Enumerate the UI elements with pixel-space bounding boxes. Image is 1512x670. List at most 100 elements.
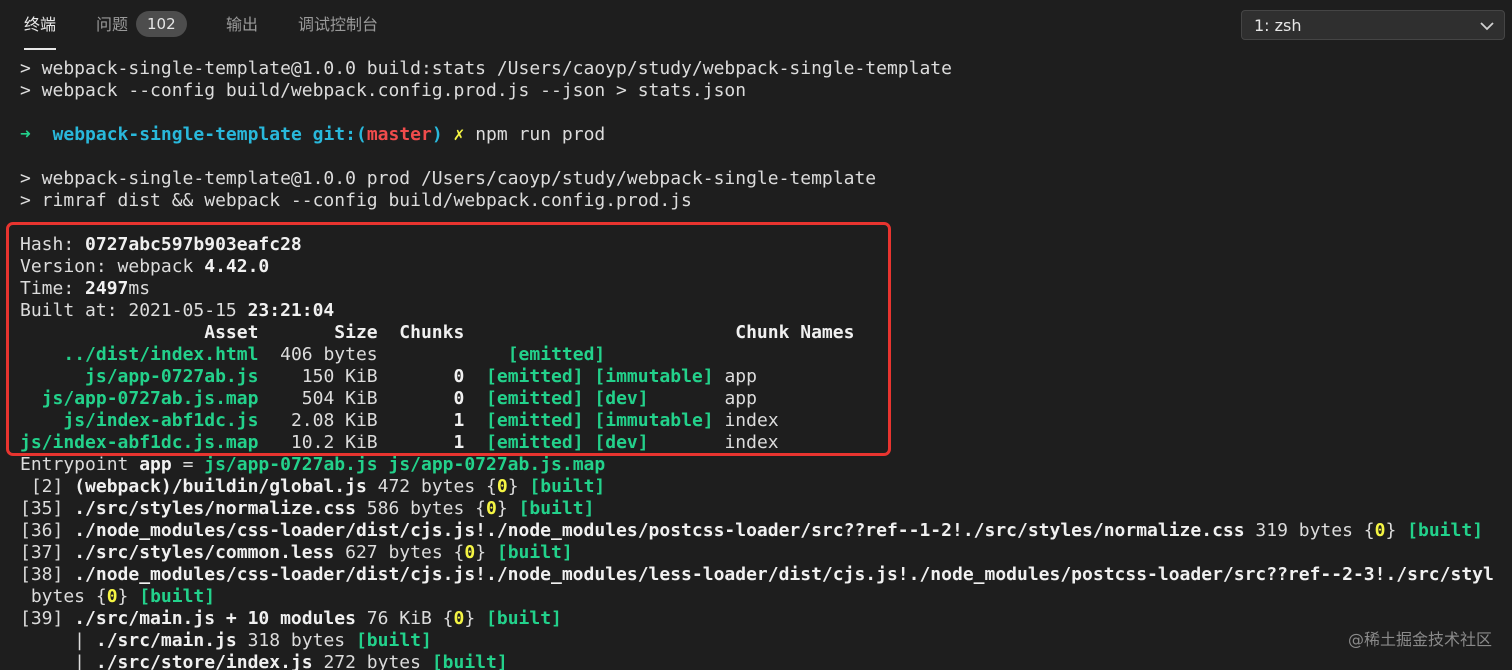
prompt-directory: webpack-single-template	[52, 124, 302, 145]
module-flag: [built]	[431, 652, 508, 670]
tab-debug-console-label: 调试控制台	[298, 15, 379, 34]
module-id: [37]	[20, 542, 75, 563]
module-name: ./node_modules/css-loader/dist/cjs.js!./…	[74, 520, 1245, 541]
tab-output[interactable]: 输出	[226, 0, 258, 52]
asset-size: 10.2 KiB	[258, 432, 378, 453]
module-chunk: 0	[1374, 520, 1386, 541]
chevron-down-icon	[1480, 11, 1494, 41]
asset-pad	[378, 410, 454, 431]
asset-chunk-name: app	[724, 366, 757, 387]
terminal-selector[interactable]: 1: zsh	[1241, 10, 1505, 40]
module-size: 76 KiB	[355, 608, 443, 629]
prompt-command: npm run prod	[475, 124, 606, 145]
module-row: [38] ./node_modules/css-loader/dist/cjs.…	[20, 564, 1494, 586]
module-name: (webpack)/buildin/global.js	[74, 476, 367, 497]
git-branch: master	[366, 124, 432, 145]
asset-name: js/app-0727ab.js.map	[41, 388, 259, 409]
entrypoint-eq: =	[171, 454, 205, 475]
module-row: [39] ./src/main.js + 10 modules 76 KiB {…	[20, 608, 562, 629]
module-chunk: 0	[496, 476, 508, 497]
entrypoint-files: js/app-0727ab.js js/app-0727ab.js.map	[204, 454, 606, 475]
watermark: @稀土掘金技术社区	[1347, 630, 1492, 649]
module-id: [36]	[20, 520, 75, 541]
module-row-wrap: bytes {0} [built]	[20, 586, 216, 607]
submodule-prefix: |	[20, 630, 96, 651]
output-line: > rimraf dist && webpack --config build/…	[20, 190, 692, 211]
submodule-name: ./src/store/index.js	[95, 652, 313, 670]
module-size: 627 bytes	[334, 542, 454, 563]
asset-row: js/app-0727ab.js.map 504 KiB 0 [emitted]…	[20, 388, 757, 410]
asset-flags: [emitted] [dev]	[486, 432, 649, 453]
asset-chunk-name: index	[724, 410, 779, 431]
asset-name: ../dist/index.html	[63, 344, 259, 365]
module-chunk: 0	[106, 586, 118, 607]
submodule-name: ./src/main.js	[95, 630, 237, 651]
active-tab-indicator	[24, 48, 57, 50]
module-id: [2]	[20, 476, 75, 497]
shell-prompt-line: ➜ webpack-single-template git:(master) ✗…	[20, 124, 605, 146]
hash-value: 0727abc597b903eafc28	[85, 234, 302, 255]
asset-size: 150 KiB	[258, 366, 378, 387]
module-row: [2] (webpack)/buildin/global.js 472 byte…	[20, 476, 606, 497]
dirty-icon: ✗	[453, 124, 465, 145]
asset-flags: [emitted] [dev]	[486, 388, 649, 409]
hash-label: Hash:	[20, 234, 86, 255]
asset-row: js/app-0727ab.js 150 KiB 0 [emitted] [im…	[20, 366, 757, 388]
asset-flags: [emitted] [immutable]	[486, 410, 714, 431]
module-chunk: 0	[464, 542, 476, 563]
asset-pad	[20, 410, 63, 431]
module-flag: [built]	[496, 542, 573, 563]
version-label: Version: webpack	[20, 256, 205, 277]
module-chunk: 0	[453, 608, 465, 629]
asset-chunk: 1	[453, 432, 465, 453]
asset-row: js/index-abf1dc.js 2.08 KiB 1 [emitted] …	[20, 410, 779, 432]
module-flag: [built]	[139, 586, 216, 607]
module-chunk: 0	[486, 498, 497, 519]
prompt-arrow-icon: ➜	[20, 124, 31, 145]
asset-pad	[378, 344, 486, 365]
stats-built-at: Built at: 2021-05-15 23:21:04	[20, 300, 334, 322]
asset-size: 2.08 KiB	[258, 410, 378, 431]
asset-chunk: 0	[453, 366, 465, 387]
asset-pad	[378, 388, 454, 409]
asset-row: ../dist/index.html 406 bytes [emitted]	[20, 344, 605, 366]
asset-size: 406 bytes	[258, 344, 378, 365]
asset-size: 504 KiB	[258, 388, 378, 409]
asset-chunk: 0	[453, 388, 465, 409]
submodule-size: 272 bytes	[312, 652, 432, 670]
module-id: [39]	[20, 608, 75, 629]
asset-chunk: 1	[453, 410, 465, 431]
tab-debug-console[interactable]: 调试控制台	[298, 0, 378, 52]
terminal-selector-value: 1: zsh	[1254, 16, 1302, 35]
stats-time: Time: 2497ms	[20, 278, 150, 300]
module-name: ./src/styles/common.less	[74, 542, 335, 563]
terminal-output[interactable]: > webpack-single-template@1.0.0 build:st…	[0, 58, 1512, 670]
built-at-time: 23:21:04	[247, 300, 335, 321]
problems-count-badge: 102	[136, 10, 187, 37]
tab-terminal-label: 终端	[24, 15, 57, 34]
submodule-size: 318 bytes	[236, 630, 356, 651]
entrypoint-label: Entrypoint	[20, 454, 140, 475]
tab-problems-label: 问题	[96, 15, 129, 34]
module-flag: [built]	[1407, 520, 1484, 541]
panel-tabbar: 终端 问题 102 输出 调试控制台 1: zsh	[0, 0, 1512, 52]
module-id: [38]	[20, 564, 75, 585]
module-row: [36] ./node_modules/css-loader/dist/cjs.…	[20, 520, 1484, 541]
module-size: 586 bytes	[355, 498, 476, 519]
submodule-row: | ./src/store/index.js 272 bytes [built]	[20, 652, 508, 670]
module-flag: [built]	[486, 608, 562, 629]
output-line: > webpack-single-template@1.0.0 prod /Us…	[20, 168, 877, 189]
time-label: Time:	[20, 278, 86, 299]
asset-chunk-name: app	[724, 388, 757, 409]
submodule-row: | ./src/main.js 318 bytes [built]	[20, 630, 432, 652]
output-line: > webpack --config build/webpack.config.…	[20, 80, 747, 101]
asset-flags: [emitted] [immutable]	[486, 366, 714, 387]
asset-row: js/index-abf1dc.js.map 10.2 KiB 1 [emitt…	[20, 432, 779, 454]
module-name: ./src/styles/normalize.css	[74, 498, 356, 519]
output-line: > webpack-single-template@1.0.0 build:st…	[20, 58, 952, 79]
module-size: 319 bytes	[1244, 520, 1364, 541]
tab-problems[interactable]: 问题 102	[96, 0, 187, 52]
module-name: ./src/main.js + 10 modules	[74, 608, 356, 629]
version-value: 4.42.0	[204, 256, 270, 277]
tab-terminal[interactable]: 终端	[24, 0, 57, 52]
